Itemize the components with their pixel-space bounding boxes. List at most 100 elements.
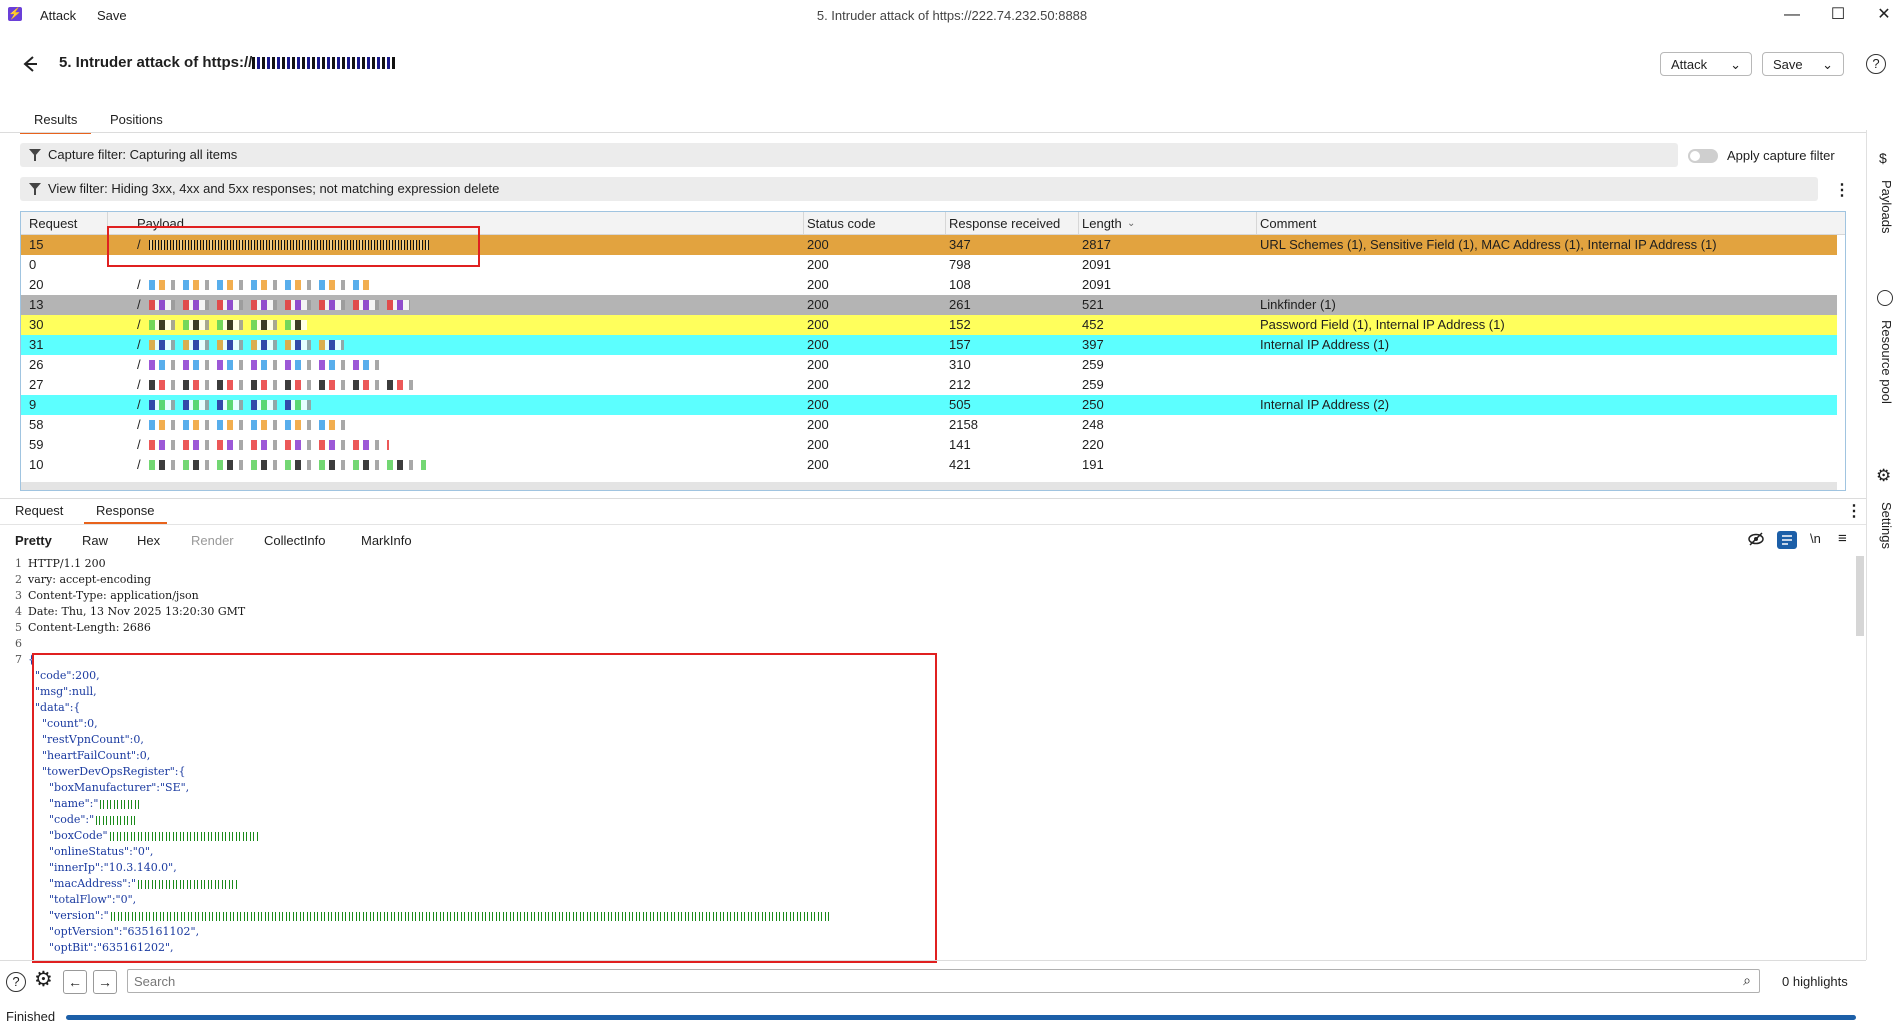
annotation-box xyxy=(107,226,480,267)
maximize-button[interactable]: ☐ xyxy=(1826,4,1850,26)
wrap-icon[interactable] xyxy=(1777,531,1797,549)
table-row[interactable]: 26 / 200 310 259 xyxy=(21,355,1837,375)
annotation-box xyxy=(32,653,937,963)
search-input[interactable]: Search ⌕ xyxy=(127,969,1760,993)
cell-request: 31 xyxy=(29,337,44,352)
table-row[interactable]: 10 / 200 421 191 xyxy=(21,455,1837,475)
sidebar-item-resource-pool[interactable]: Resource pool xyxy=(1879,320,1894,404)
horizontal-scrollbar[interactable] xyxy=(21,482,1837,490)
title-bar: ⚡ Attack Save 5. Intruder attack of http… xyxy=(0,0,1904,30)
view-tab-raw[interactable]: Raw xyxy=(82,533,108,548)
cell-status: 200 xyxy=(807,397,829,412)
col-comment[interactable]: Comment xyxy=(1260,216,1316,231)
more-vertical-icon[interactable]: ⋮ xyxy=(1834,180,1850,200)
cell-payload: / xyxy=(137,457,141,472)
sidebar-item-payloads[interactable]: Payloads xyxy=(1879,180,1894,233)
redacted-payload xyxy=(149,360,381,370)
cell-comment: Linkfinder (1) xyxy=(1260,297,1336,312)
table-row[interactable]: 13 / 200 261 521 Linkfinder (1) xyxy=(21,295,1837,315)
settings-icon[interactable]: ⚙ xyxy=(1876,466,1891,486)
col-length[interactable]: Length xyxy=(1082,216,1122,231)
divider xyxy=(0,132,1866,133)
col-response-received[interactable]: Response received xyxy=(949,216,1060,231)
cell-payload: / xyxy=(137,437,141,452)
more-vertical-icon[interactable]: ⋮ xyxy=(1846,501,1862,521)
code-line: 1 HTTP/1.1 200 xyxy=(4,556,1860,572)
view-tab-pretty[interactable]: Pretty xyxy=(15,533,52,548)
cell-request: 0 xyxy=(29,257,37,272)
table-row[interactable]: 20 / 200 108 2091 xyxy=(21,275,1837,295)
page-title: 5. Intruder attack of https:// xyxy=(59,54,398,71)
cell-payload: / xyxy=(137,357,141,372)
line-number: 4 xyxy=(15,605,22,618)
menu-icon[interactable]: ≡ xyxy=(1838,530,1847,547)
redacted-payload xyxy=(149,440,389,450)
back-arrow-icon[interactable] xyxy=(20,54,40,74)
cell-payload: / xyxy=(137,297,141,312)
resource-pool-icon[interactable] xyxy=(1877,290,1893,306)
capture-filter-bar[interactable]: Capture filter: Capturing all items xyxy=(20,143,1678,167)
sidebar-item-settings[interactable]: Settings xyxy=(1879,502,1894,549)
redacted-payload xyxy=(149,340,344,350)
window-title: 5. Intruder attack of https://222.74.232… xyxy=(816,8,1088,23)
view-tab-render[interactable]: Render xyxy=(191,533,234,548)
col-status-code[interactable]: Status code xyxy=(807,216,876,231)
cell-received: 310 xyxy=(949,357,971,372)
toggle-icon[interactable] xyxy=(1688,149,1718,163)
settings-icon[interactable]: ⚙ xyxy=(34,969,53,991)
cell-comment: URL Schemes (1), Sensitive Field (1), MA… xyxy=(1260,237,1717,252)
close-button[interactable]: ✕ xyxy=(1872,4,1896,26)
tab-response[interactable]: Response xyxy=(84,503,167,524)
cell-payload: / xyxy=(137,337,141,352)
view-tab-markinfo[interactable]: MarkInfo xyxy=(361,533,412,548)
cell-received: 108 xyxy=(949,277,971,292)
table-row[interactable]: 59 / 200 141 220 xyxy=(21,435,1837,455)
search-icon[interactable]: ⌕ xyxy=(1743,972,1751,989)
newline-toggle[interactable]: \n xyxy=(1810,531,1821,546)
table-row[interactable]: 9 / 200 505 250 Internal IP Address (2) xyxy=(21,395,1837,415)
attack-button[interactable]: Attack ⌄ xyxy=(1660,52,1752,76)
redacted-payload xyxy=(149,320,307,330)
col-request[interactable]: Request xyxy=(29,216,77,231)
redacted-payload xyxy=(149,300,410,310)
arrow-left-icon[interactable]: ← xyxy=(63,970,87,994)
cell-received: 261 xyxy=(949,297,971,312)
table-row[interactable]: 27 / 200 212 259 xyxy=(21,375,1837,395)
chevron-down-icon: ⌄ xyxy=(1822,57,1833,72)
cell-status: 200 xyxy=(807,457,829,472)
table-row[interactable]: 31 / 200 157 397 Internal IP Address (1) xyxy=(21,335,1837,355)
cell-request: 20 xyxy=(29,277,44,292)
arrow-right-icon[interactable]: → xyxy=(93,970,117,994)
tab-results[interactable]: Results xyxy=(20,112,92,134)
minimize-button[interactable]: — xyxy=(1780,4,1804,26)
view-tab-collectinfo[interactable]: CollectInfo xyxy=(264,533,325,548)
apply-capture-filter-label[interactable]: Apply capture filter xyxy=(1727,148,1835,163)
line-text: HTTP/1.1 200 xyxy=(28,557,106,570)
table-row[interactable]: 58 / 200 2158 248 xyxy=(21,415,1837,435)
view-tab-hex[interactable]: Hex xyxy=(137,533,160,548)
highlights-count: 0 highlights xyxy=(1782,974,1848,989)
payloads-icon[interactable]: $ xyxy=(1879,150,1887,166)
cell-comment: Password Field (1), Internal IP Address … xyxy=(1260,317,1505,332)
cell-payload: / xyxy=(137,377,141,392)
line-number: 1 xyxy=(15,557,22,570)
vertical-scrollbar[interactable] xyxy=(1856,556,1864,636)
help-icon[interactable]: ? xyxy=(1866,54,1886,74)
tab-positions[interactable]: Positions xyxy=(110,112,163,127)
cell-received: 157 xyxy=(949,337,971,352)
eye-off-icon[interactable] xyxy=(1747,530,1765,551)
cell-request: 26 xyxy=(29,357,44,372)
cell-length: 259 xyxy=(1082,377,1104,392)
redacted-payload xyxy=(149,280,373,290)
view-filter-bar[interactable]: View filter: Hiding 3xx, 4xx and 5xx res… xyxy=(20,177,1818,201)
save-button[interactable]: Save ⌄ xyxy=(1762,52,1844,76)
table-row[interactable]: 30 / 200 152 452 Password Field (1), Internal… xyxy=(21,315,1837,335)
cell-status: 200 xyxy=(807,417,829,432)
cell-received: 505 xyxy=(949,397,971,412)
tab-request[interactable]: Request xyxy=(15,503,63,518)
help-icon[interactable]: ? xyxy=(6,972,26,992)
cell-payload: / xyxy=(137,277,141,292)
redacted-payload xyxy=(149,400,315,410)
cell-length: 248 xyxy=(1082,417,1104,432)
code-line: 4 Date: Thu, 13 Nov 2025 13:20:30 GMT xyxy=(4,604,1860,620)
